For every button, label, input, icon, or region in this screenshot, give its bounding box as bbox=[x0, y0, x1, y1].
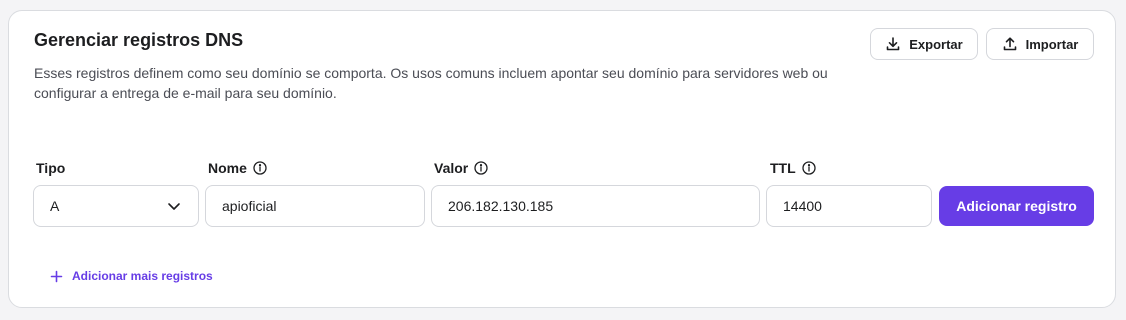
add-record-button[interactable]: Adicionar registro bbox=[939, 186, 1094, 226]
value-label: Valor bbox=[434, 160, 488, 176]
name-label: Nome bbox=[208, 160, 267, 176]
ttl-label: TTL bbox=[770, 160, 816, 176]
page-description: Esses registros definem como seu domínio… bbox=[34, 65, 828, 101]
info-icon[interactable] bbox=[474, 161, 488, 175]
import-button[interactable]: Importar bbox=[986, 28, 1094, 60]
export-button-label: Exportar bbox=[909, 36, 963, 52]
export-button[interactable]: Exportar bbox=[870, 28, 978, 60]
value-input[interactable]: 206.182.130.185 bbox=[431, 185, 760, 227]
type-select-value: A bbox=[50, 198, 60, 214]
page-title: Gerenciar registros DNS bbox=[34, 30, 244, 50]
name-label-text: Nome bbox=[208, 160, 247, 176]
name-input-value: apioficial bbox=[222, 198, 277, 214]
download-icon bbox=[885, 36, 901, 52]
type-select[interactable]: A bbox=[33, 185, 199, 227]
value-label-text: Valor bbox=[434, 160, 469, 176]
add-more-records-link[interactable]: Adicionar mais registros bbox=[50, 269, 213, 283]
info-icon[interactable] bbox=[253, 161, 267, 175]
type-label-text: Tipo bbox=[36, 160, 66, 176]
add-more-records-label: Adicionar mais registros bbox=[72, 269, 213, 283]
plus-icon bbox=[50, 270, 63, 283]
upload-icon bbox=[1002, 36, 1018, 52]
ttl-input-value: 14400 bbox=[783, 198, 822, 214]
chevron-down-icon bbox=[166, 198, 182, 214]
info-icon[interactable] bbox=[802, 161, 816, 175]
ttl-label-text: TTL bbox=[770, 160, 796, 176]
ttl-input[interactable]: 14400 bbox=[766, 185, 932, 227]
dns-records-card: Gerenciar registros DNS Esses registros … bbox=[8, 10, 1116, 308]
value-input-value: 206.182.130.185 bbox=[448, 198, 554, 214]
name-input[interactable]: apioficial bbox=[205, 185, 425, 227]
import-button-label: Importar bbox=[1025, 36, 1079, 52]
type-label: Tipo bbox=[36, 160, 65, 176]
